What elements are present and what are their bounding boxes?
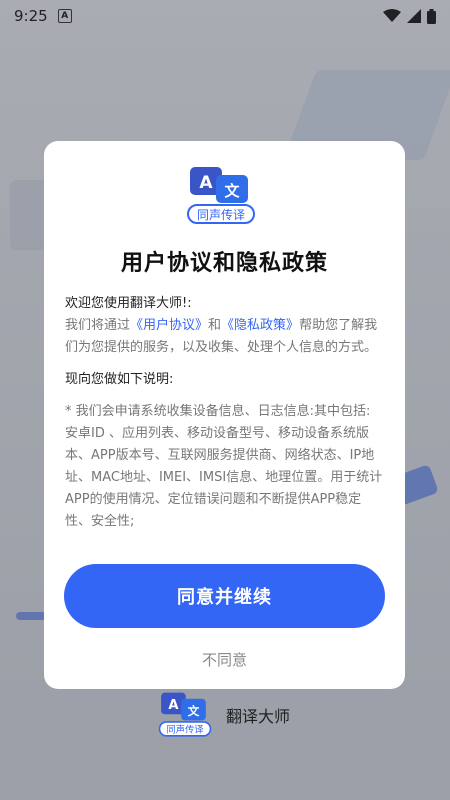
intro-prefix: 我们将通过 [65, 318, 131, 333]
privacy-dialog: A 文 同声传译 用户协议和隐私政策 欢迎您使用翻译大师!: 我们将通过《用户协… [44, 141, 405, 689]
privacy-policy-link[interactable]: 《隐私政策》 [221, 318, 299, 333]
battery-icon [427, 8, 436, 24]
background-brand: A 文 同声传译 翻译大师 [158, 690, 290, 740]
explain-body: * 我们会申请系统收集设备信息、日志信息:其中包括: 安卓ID 、应用列表、移动… [65, 404, 383, 529]
app-logo-icon: A 文 同声传译 [158, 692, 212, 737]
logo-ribbon-text: 同声传译 [167, 724, 204, 736]
dialog-content[interactable]: 欢迎您使用翻译大师!: 我们将通过《用户协议》和《隐私政策》帮助您了解我们为您提… [65, 293, 385, 541]
status-time: 9:25 [14, 7, 48, 25]
logo-char-wen: 文 [224, 182, 240, 200]
intro-and: 和 [208, 318, 222, 333]
disagree-button[interactable]: 不同意 [44, 649, 405, 670]
logo-char-wen: 文 [188, 704, 200, 718]
intro-paragraph: 我们将通过《用户协议》和《隐私政策》帮助您了解我们为您提供的服务，以及收集、处理… [65, 315, 385, 359]
user-agreement-link[interactable]: 《用户协议》 [130, 318, 208, 333]
logo-letter-a: A [199, 173, 213, 193]
logo-letter-a: A [168, 698, 179, 713]
dialog-title: 用户协议和隐私政策 [120, 251, 328, 276]
status-bar: 9:25 A [0, 0, 450, 32]
app-logo-icon: A 文 同声传译 [187, 167, 255, 224]
explain-heading: 现向您做如下说明: [65, 372, 174, 387]
notification-icon: A [57, 9, 72, 23]
welcome-text: 欢迎您使用翻译大师!: [65, 296, 192, 311]
app-name: 翻译大师 [226, 707, 291, 726]
wifi-icon [383, 9, 401, 22]
signal-icon [407, 9, 421, 23]
agree-button[interactable]: 同意并继续 [64, 564, 385, 628]
logo-ribbon-text: 同声传译 [197, 207, 245, 222]
